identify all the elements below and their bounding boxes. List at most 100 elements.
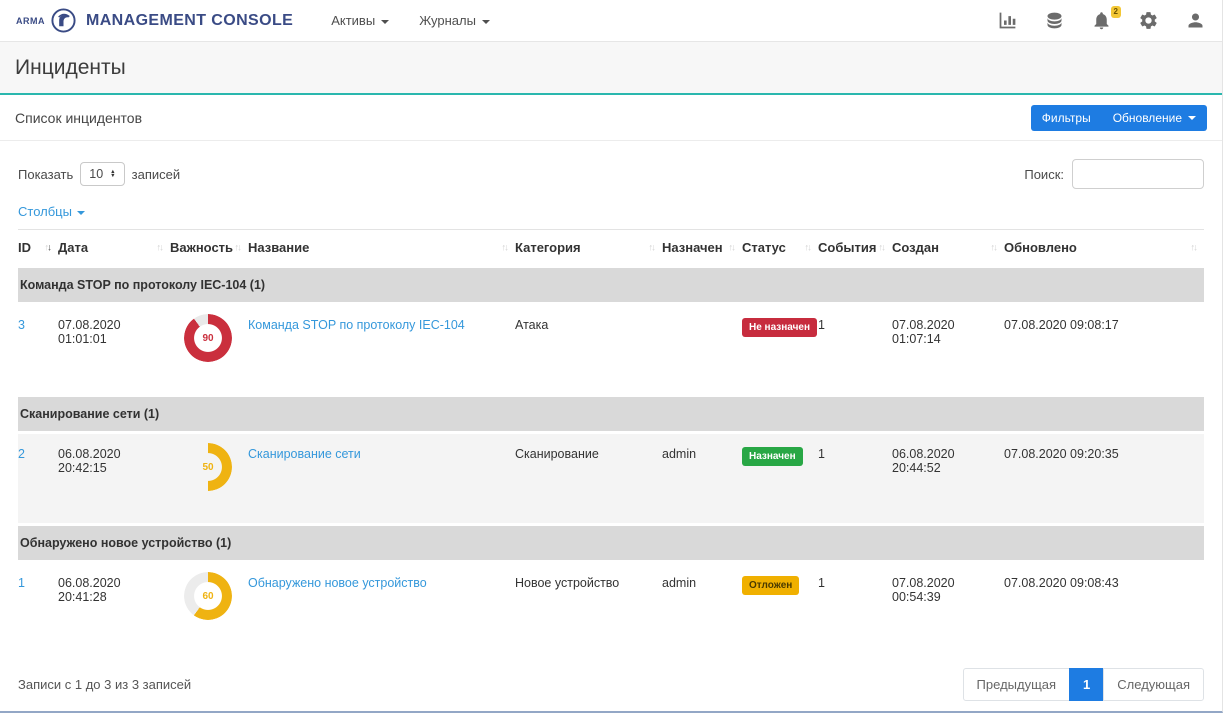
cell-category: Атака (515, 304, 662, 396)
donut-value: 90 (184, 314, 232, 362)
notifications-bell-icon[interactable]: 2 (1091, 10, 1112, 31)
header-label: Важность (170, 240, 233, 255)
group-header-row: Команда STOP по протоколу IEC-104 (1) (18, 267, 1204, 304)
incident-name-link[interactable]: Команда STOP по протоколу IEC-104 (248, 318, 465, 332)
refresh-label: Обновление (1113, 111, 1182, 125)
navbar-icons: 2 (997, 10, 1206, 31)
pagination-previous-button[interactable]: Предыдущая (963, 668, 1071, 701)
cell-name: Обнаружено новое устройство (248, 562, 515, 654)
sort-icon: ↑↓ (235, 242, 241, 253)
menu-assets[interactable]: Активы (331, 13, 389, 28)
table-header-row: ID↑↓ Дата↑↓ Важность↑↓ Название↑↓ Катего… (18, 230, 1204, 267)
card-title: Список инцидентов (15, 110, 142, 126)
cell-events: 1 (818, 304, 892, 396)
card-header: Список инцидентов Фильтры Обновление (0, 95, 1222, 141)
column-header-updated[interactable]: Обновлено ↑↓ (1004, 230, 1204, 267)
cell-status: Отложен (742, 562, 818, 654)
table-controls: Показать 10 ▲▼ записей Поиск: (0, 141, 1222, 193)
cell-events: 1 (818, 433, 892, 525)
cell-category: Новое устройство (515, 562, 662, 654)
incidents-card: Список инцидентов Фильтры Обновление Пок… (0, 95, 1222, 701)
brand-arma-text: ARMA (16, 16, 45, 26)
cell-assignee (662, 304, 742, 396)
header-label: Название (248, 240, 309, 255)
column-header-date[interactable]: Дата↑↓ (58, 230, 170, 267)
pagination: Предыдущая 1 Следующая (963, 668, 1204, 701)
cell-updated: 07.08.2020 09:20:35 (1004, 433, 1204, 525)
cell-updated: 07.08.2020 09:08:43 (1004, 562, 1204, 654)
sort-icon: ↑↓ (879, 242, 885, 253)
column-header-id[interactable]: ID↑↓ (18, 230, 58, 267)
notification-count-badge: 2 (1111, 6, 1121, 18)
donut-value: 50 (184, 443, 232, 491)
column-header-status[interactable]: Статус↑↓ (742, 230, 818, 267)
incidents-table-wrap: ID↑↓ Дата↑↓ Важность↑↓ Название↑↓ Катего… (0, 229, 1222, 654)
incident-row: 2 06.08.2020 20:42:15 50 Сканирование се… (18, 433, 1204, 525)
sort-icon: ↑↓ (729, 242, 735, 253)
columns-label: Столбцы (18, 204, 72, 219)
cell-created: 07.08.2020 00:54:39 (892, 562, 1004, 654)
sort-icon: ↑↓ (991, 242, 997, 253)
cell-id: 3 (18, 304, 58, 396)
database-icon[interactable] (1044, 10, 1065, 31)
pagination-page-1-button[interactable]: 1 (1069, 668, 1104, 701)
menu-logs[interactable]: Журналы (419, 13, 490, 28)
top-navbar: ARMA MANAGEMENT CONSOLE Активы Журналы 2 (0, 0, 1222, 42)
refresh-dropdown-button[interactable]: Обновление (1102, 105, 1207, 131)
column-header-category[interactable]: Категория↑↓ (515, 230, 662, 267)
cell-assignee: admin (662, 433, 742, 525)
column-header-events[interactable]: События↑↓ (818, 230, 892, 267)
incident-id-link[interactable]: 3 (18, 318, 25, 332)
group-header-row: Сканирование сети (1) (18, 396, 1204, 433)
cell-created: 06.08.2020 20:44:52 (892, 433, 1004, 525)
sort-icon: ↑↓ (1191, 242, 1197, 253)
stepper-arrows-icon: ▲▼ (110, 170, 115, 179)
header-label: Обновлено (1004, 240, 1077, 255)
incident-name-link[interactable]: Обнаружено новое устройство (248, 576, 427, 590)
cell-importance: 90 (170, 304, 248, 396)
brand-title: MANAGEMENT CONSOLE (86, 12, 293, 30)
chevron-down-icon (1188, 116, 1196, 120)
cell-assignee: admin (662, 562, 742, 654)
incident-id-link[interactable]: 2 (18, 447, 25, 461)
cell-name: Команда STOP по протоколу IEC-104 (248, 304, 515, 396)
header-label: Категория (515, 240, 581, 255)
column-header-name[interactable]: Название ↑↓ (248, 230, 515, 267)
group-header-row: Обнаружено новое устройство (1) (18, 525, 1204, 562)
header-label: События (818, 240, 876, 255)
page-size-select[interactable]: 10 ▲▼ (80, 162, 124, 186)
cell-category: Сканирование (515, 433, 662, 525)
cell-importance: 60 (170, 562, 248, 654)
dashboard-chart-icon[interactable] (997, 10, 1018, 31)
filters-button[interactable]: Фильтры (1031, 105, 1102, 131)
sort-icon: ↑↓ (502, 242, 508, 253)
page-title: Инциденты (15, 56, 126, 80)
chevron-down-icon (77, 211, 85, 215)
importance-donut: 90 (184, 314, 232, 362)
column-header-importance[interactable]: Важность↑↓ (170, 230, 248, 267)
columns-dropdown-button[interactable]: Столбцы (18, 204, 85, 219)
columns-row: Столбцы (0, 193, 1222, 229)
user-profile-icon[interactable] (1185, 10, 1206, 31)
incident-name-link[interactable]: Сканирование сети (248, 447, 361, 461)
column-header-assignee[interactable]: Назначен ↑↓ (662, 230, 742, 267)
incident-row: 1 06.08.2020 20:41:28 60 Обнаружено ново… (18, 562, 1204, 654)
cell-id: 1 (18, 562, 58, 654)
settings-gear-icon[interactable] (1138, 10, 1159, 31)
sort-icon: ↑↓ (45, 242, 51, 253)
menu-logs-label: Журналы (419, 13, 476, 28)
chevron-down-icon (381, 20, 389, 24)
brand-logo[interactable]: ARMA MANAGEMENT CONSOLE (16, 7, 293, 34)
show-label: Показать (18, 167, 73, 182)
page-size-value: 10 (89, 167, 103, 181)
cell-importance: 50 (170, 433, 248, 525)
sort-icon: ↑↓ (157, 242, 163, 253)
column-header-created[interactable]: Создан↑↓ (892, 230, 1004, 267)
search-input[interactable] (1072, 159, 1204, 189)
records-info: Записи с 1 до 3 из 3 записей (18, 677, 191, 692)
header-label: Назначен (662, 240, 723, 255)
incident-id-link[interactable]: 1 (18, 576, 25, 590)
pagination-next-button[interactable]: Следующая (1103, 668, 1204, 701)
incident-row: 3 07.08.2020 01:01:01 90 Команда STOP по… (18, 304, 1204, 396)
cell-date: 06.08.2020 20:42:15 (58, 433, 170, 525)
